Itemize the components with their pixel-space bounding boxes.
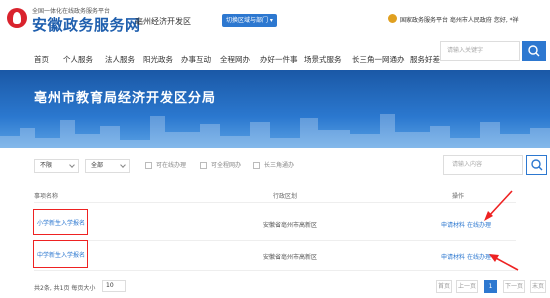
- nav-item-interaction[interactable]: 办事互动: [181, 54, 211, 65]
- nav-item-rating[interactable]: 服务好差: [410, 54, 440, 65]
- switch-region-button[interactable]: 切换区域与部门 ▾: [222, 14, 277, 27]
- prev-page-button[interactable]: 上一页: [456, 280, 478, 293]
- current-region: 亳州经济开发区: [135, 17, 191, 26]
- national-emblem-icon: [388, 14, 397, 23]
- pager-summary: 共2条, 共1页 每页大小: [34, 285, 96, 292]
- next-page-button[interactable]: 下一页: [503, 280, 525, 293]
- switch-region-label: 切换区域与部门: [226, 17, 269, 24]
- type-select[interactable]: 全部: [85, 159, 130, 173]
- site-search-input[interactable]: 请输入关键字: [440, 41, 520, 61]
- list-search-input[interactable]: 请输入内容: [443, 155, 523, 175]
- department-banner: 亳州市教育局经济开发区分局: [0, 70, 550, 148]
- divider: [34, 202, 516, 203]
- column-header-area: 行政区划: [273, 193, 298, 200]
- logo-title[interactable]: 安徽政务服务网: [32, 14, 141, 35]
- item-area: 安徽省亳州市高新区: [263, 254, 318, 261]
- chevron-down-icon: [69, 162, 75, 168]
- annotation-arrow-icon: [489, 254, 519, 271]
- nav-item-online[interactable]: 全程网办: [220, 54, 250, 65]
- top-header: 全国一体化在线政务服务平台 安徽政务服务网 亳州经济开发区 切换区域与部门 ▾ …: [0, 0, 550, 42]
- category-select-value: 不限: [40, 162, 53, 169]
- checkbox-yrd[interactable]: [253, 162, 260, 169]
- annotation-arrow-icon: [484, 190, 513, 221]
- site-logo-icon[interactable]: [7, 8, 27, 28]
- divider: [34, 240, 516, 241]
- item-name-link[interactable]: 中学新生入学报名: [37, 250, 85, 259]
- nav-item-scenario[interactable]: 场景式服务: [304, 54, 342, 65]
- chevron-down-icon: [120, 162, 126, 168]
- first-page-button[interactable]: 首页: [436, 280, 452, 293]
- materials-link[interactable]: 申请材料: [441, 252, 465, 261]
- checkbox-full-online-label: 可全程网办: [211, 162, 242, 169]
- column-header-actions: 操作: [452, 193, 465, 200]
- search-icon: [528, 45, 540, 57]
- checkbox-online[interactable]: [145, 162, 152, 169]
- item-name-link[interactable]: 小学新生入学报名: [37, 218, 85, 227]
- column-header-name: 事项名称: [34, 193, 59, 200]
- item-area: 安徽省亳州市高新区: [263, 222, 318, 229]
- checkbox-full-online[interactable]: [200, 162, 207, 169]
- checkbox-online-label: 可在线办理: [156, 162, 187, 169]
- banner-title: 亳州市教育局经济开发区分局: [34, 91, 217, 106]
- nav-item-yrd[interactable]: 长三角一网通办: [352, 54, 405, 65]
- top-links[interactable]: 国家政务服务平台 亳州市人民政府 您好, *祥: [400, 15, 519, 24]
- site-search-button[interactable]: [522, 41, 546, 61]
- nav-item-one-thing[interactable]: 办好一件事: [260, 54, 298, 65]
- nav-item-corporate[interactable]: 法人服务: [105, 54, 135, 65]
- page-size-select[interactable]: 10: [102, 280, 126, 292]
- checkbox-yrd-label: 长三角通办: [264, 162, 295, 169]
- list-search-button[interactable]: [526, 155, 547, 175]
- nav-item-personal[interactable]: 个人服务: [63, 54, 93, 65]
- nav-item-open-gov[interactable]: 阳光政务: [143, 54, 173, 65]
- page-1-button[interactable]: 1: [484, 280, 497, 293]
- page-size-value: 10: [106, 282, 114, 289]
- divider: [34, 270, 516, 271]
- last-page-button[interactable]: 末页: [530, 280, 546, 293]
- cityscape-image: [0, 114, 550, 148]
- category-select[interactable]: 不限: [34, 159, 79, 173]
- type-select-value: 全部: [91, 162, 104, 169]
- nav-item-home[interactable]: 首页: [34, 54, 49, 65]
- search-icon: [531, 159, 543, 171]
- materials-link[interactable]: 申请材料: [441, 220, 465, 229]
